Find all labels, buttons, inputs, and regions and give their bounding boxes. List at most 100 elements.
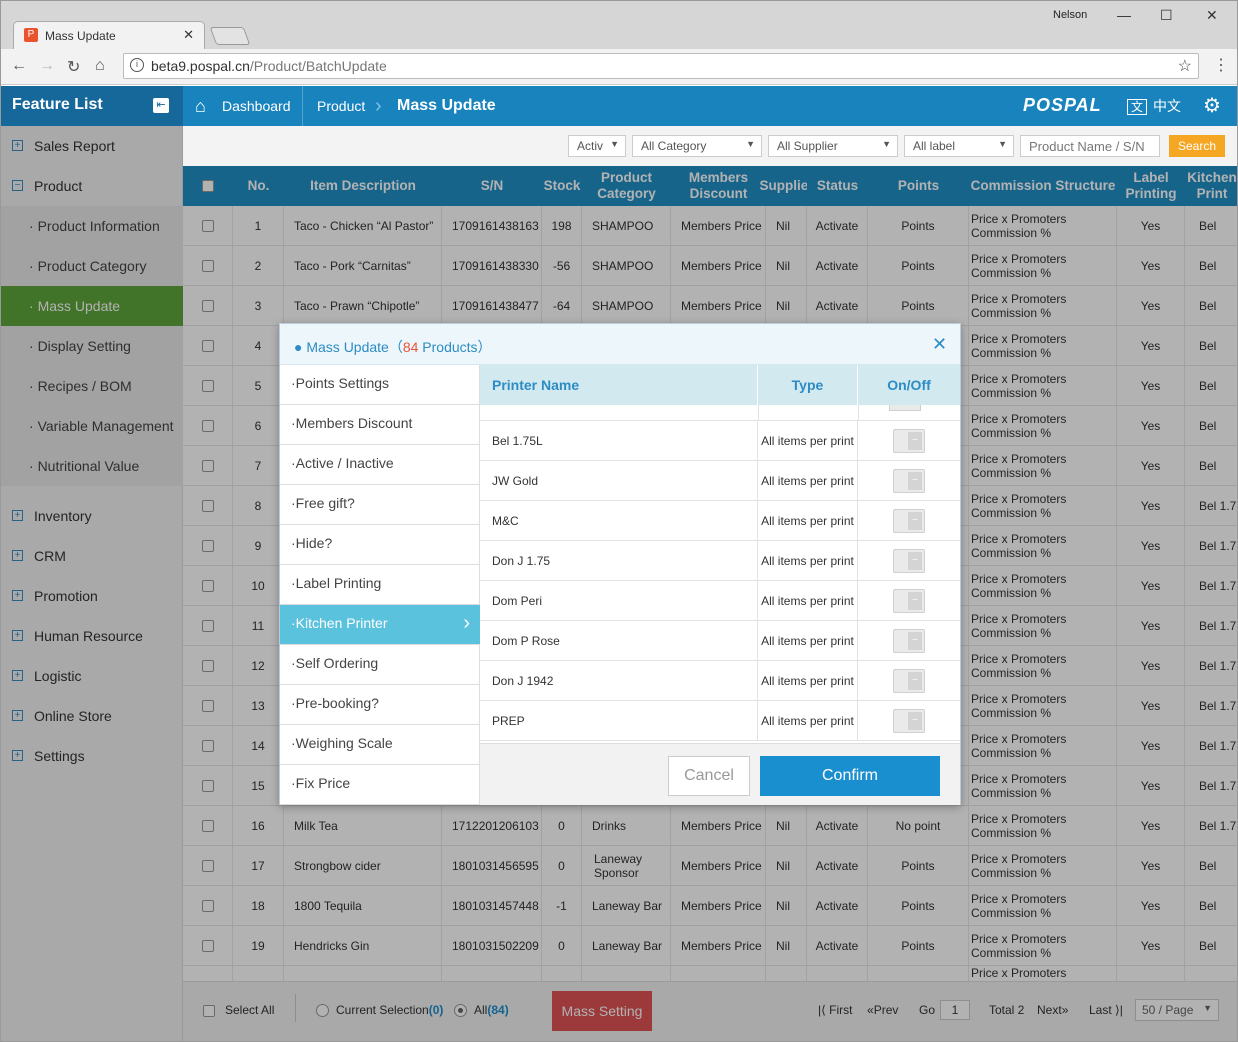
- printer-toggle-cell: −: [858, 581, 960, 621]
- printer-type: All items per print: [758, 701, 858, 741]
- translate-icon: 文: [1127, 99, 1148, 115]
- site-info-icon[interactable]: i: [130, 58, 144, 72]
- toggle-off-icon: −: [908, 472, 922, 490]
- dialog-menu-item[interactable]: ·Fix Price: [280, 765, 480, 805]
- product-search-input[interactable]: Product Name / S/N: [1020, 135, 1160, 157]
- chevron-right-icon: ›: [463, 612, 470, 634]
- bookmark-star-icon[interactable]: ☆: [1178, 56, 1192, 76]
- printer-name-header: Printer Name: [480, 365, 758, 405]
- printer-toggle[interactable]: −: [893, 549, 925, 573]
- printer-row: Dom P Rose All items per print −: [480, 621, 960, 661]
- printer-name: Dom P Rose: [480, 621, 758, 661]
- browser-tab[interactable]: P Mass Update ✕: [13, 21, 205, 49]
- minimize-icon[interactable]: —: [1117, 7, 1131, 23]
- breadcrumb-product[interactable]: Product: [317, 86, 365, 126]
- confirm-button[interactable]: Confirm: [760, 756, 940, 796]
- supplier-filter-select[interactable]: All Supplier ▼: [768, 135, 898, 157]
- mass-update-dialog: ● Mass Update（84 Products） ✕ ·Points Set…: [279, 323, 961, 805]
- dialog-menu-item[interactable]: ·Kitchen Printer ›: [280, 605, 480, 645]
- collapse-sidebar-icon[interactable]: ⇤: [153, 98, 169, 113]
- dialog-menu-item[interactable]: ·Self Ordering: [280, 645, 480, 685]
- caret-down-icon: ▼: [998, 139, 1007, 149]
- dialog-menu-item[interactable]: ·Points Settings: [280, 365, 480, 405]
- tab-close-icon[interactable]: ✕: [183, 27, 194, 43]
- printer-toggle-cell: −: [858, 701, 960, 741]
- maximize-icon[interactable]: ☐: [1160, 7, 1173, 24]
- dialog-menu-item[interactable]: ·Active / Inactive: [280, 445, 480, 485]
- toggle-off-icon: −: [908, 672, 922, 690]
- printer-name: Don J 1.75: [480, 541, 758, 581]
- printer-toggle[interactable]: −: [893, 469, 925, 493]
- printer-toggle[interactable]: −: [893, 669, 925, 693]
- toggle-off-icon: −: [908, 592, 922, 610]
- printer-toggle[interactable]: −: [893, 429, 925, 453]
- breadcrumb-current: Mass Update: [397, 97, 496, 114]
- printer-toggle-partial[interactable]: [889, 405, 921, 411]
- printer-name: PREP: [480, 701, 758, 741]
- label-filter-select[interactable]: All label ▼: [904, 135, 1014, 157]
- home-icon[interactable]: ⌂: [195, 86, 206, 126]
- cancel-button[interactable]: Cancel: [668, 756, 750, 796]
- caret-down-icon: ▼: [746, 139, 755, 149]
- browser-user[interactable]: Nelson: [1053, 9, 1087, 21]
- toggle-off-icon: −: [908, 432, 922, 450]
- printer-type: All items per print: [758, 461, 858, 501]
- breadcrumb-dashboard[interactable]: Dashboard: [222, 86, 291, 126]
- toggle-off-icon: −: [908, 552, 922, 570]
- printer-toggle-cell: −: [858, 501, 960, 541]
- breadcrumb-chevron-icon: ›: [375, 95, 382, 117]
- dialog-menu-item[interactable]: ·Weighing Scale: [280, 725, 480, 765]
- printer-type: All items per print: [758, 421, 858, 461]
- tab-title: Mass Update: [45, 29, 116, 43]
- printer-type: All items per print: [758, 581, 858, 621]
- toggle-off-icon: −: [908, 632, 922, 650]
- printer-row: Bel 1.75L All items per print −: [480, 421, 960, 461]
- new-tab-button[interactable]: [209, 27, 251, 45]
- category-filter-select[interactable]: All Category ▼: [632, 135, 762, 157]
- status-filter-select[interactable]: Activ ▼: [568, 135, 626, 157]
- dialog-close-icon[interactable]: ✕: [932, 334, 947, 355]
- browser-toolbar: ← → ↻ ⌂ i beta9.pospal.cn/Product/BatchU…: [1, 49, 1237, 85]
- url-text[interactable]: beta9.pospal.cn/Product/BatchUpdate: [151, 58, 387, 74]
- printer-toggle[interactable]: −: [893, 629, 925, 653]
- printer-type: All items per print: [758, 621, 858, 661]
- printer-type: All items per print: [758, 501, 858, 541]
- settings-gear-icon[interactable]: ⚙: [1203, 93, 1221, 118]
- dialog-menu-item[interactable]: ·Members Discount: [280, 405, 480, 445]
- dialog-menu-item[interactable]: ·Free gift?: [280, 485, 480, 525]
- toggle-off-icon: −: [908, 712, 922, 730]
- app-header: Feature List ⇤ ⌂ Dashboard Product › Mas…: [1, 86, 1237, 126]
- printer-name: Bel 1.75L: [480, 421, 758, 461]
- printer-row: M&C All items per print −: [480, 501, 960, 541]
- printer-row-partial: [480, 405, 960, 421]
- printer-toggle-cell: −: [858, 461, 960, 501]
- reload-icon[interactable]: ↻: [67, 57, 80, 77]
- home-icon[interactable]: ⌂: [95, 57, 105, 75]
- dialog-title: ● Mass Update（84 Products）: [294, 339, 492, 355]
- window-close-icon[interactable]: ✕: [1206, 7, 1218, 24]
- printer-row: Dom Peri All items per print −: [480, 581, 960, 621]
- printer-row: PREP All items per print −: [480, 701, 960, 741]
- pospal-logo: POSPAL: [1023, 95, 1102, 115]
- browser-menu-icon[interactable]: ⋮: [1213, 55, 1229, 75]
- address-bar[interactable]: i beta9.pospal.cn/Product/BatchUpdate ☆: [123, 53, 1199, 79]
- breadcrumb-divider: [302, 86, 303, 126]
- forward-icon[interactable]: →: [39, 57, 55, 75]
- onoff-header: On/Off: [858, 365, 960, 405]
- printer-toggle[interactable]: −: [893, 709, 925, 733]
- printer-name: Don J 1942: [480, 661, 758, 701]
- dialog-setting-menu: ·Points Settings ·Members Discount ·Active…: [280, 365, 480, 805]
- printer-toggle[interactable]: −: [893, 589, 925, 613]
- dialog-menu-item[interactable]: ·Label Printing: [280, 565, 480, 605]
- filter-bar: Activ ▼ All Category ▼ All Supplier ▼ All l…: [183, 126, 1237, 166]
- printer-table: Printer Name Type On/Off Bel 1.75L All it…: [480, 365, 960, 743]
- dialog-menu-item[interactable]: ·Pre-booking?: [280, 685, 480, 725]
- printer-toggle-cell: −: [858, 421, 960, 461]
- printer-row: Don J 1.75 All items per print −: [480, 541, 960, 581]
- printer-toggle[interactable]: −: [893, 509, 925, 533]
- dialog-menu-item[interactable]: ·Hide?: [280, 525, 480, 565]
- language-toggle[interactable]: 文中文: [1127, 96, 1181, 116]
- pospal-favicon-icon: P: [24, 28, 38, 42]
- back-icon[interactable]: ←: [11, 57, 27, 75]
- search-button[interactable]: Search: [1169, 135, 1225, 157]
